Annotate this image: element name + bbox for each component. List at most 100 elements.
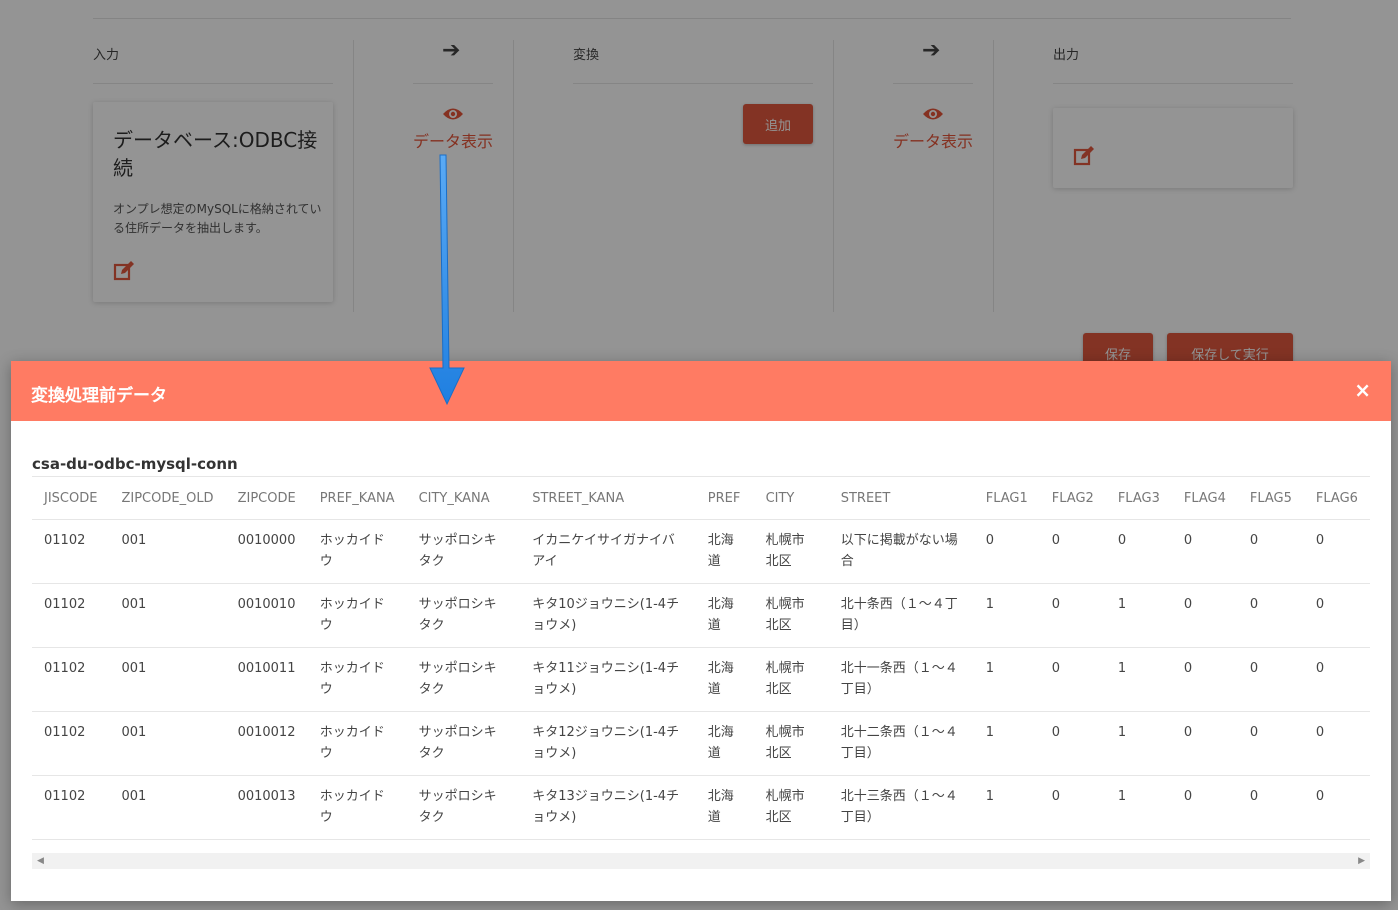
table-cell: サッポロシキタク xyxy=(406,647,521,712)
table-cell: 0 xyxy=(1039,775,1106,840)
table-cell: 北十条西（１～４丁目） xyxy=(828,583,974,648)
table-cell: 001 xyxy=(109,519,226,584)
table-cell: サッポロシキタク xyxy=(406,711,521,776)
table-cell: 0 xyxy=(1171,583,1238,648)
table-cell: 札幌市北区 xyxy=(753,583,829,648)
table-cell: キタ11ジョウニシ(1-4チョウメ) xyxy=(520,647,696,712)
table-cell: 北海道 xyxy=(695,711,754,776)
table-cell: 0 xyxy=(1171,647,1238,712)
table-cell: 001 xyxy=(109,647,226,712)
table-cell: 001 xyxy=(109,583,226,648)
column-header: FLAG2 xyxy=(1039,476,1106,520)
column-header: FLAG6 xyxy=(1303,476,1370,520)
data-preview-modal: 変換処理前データ × csa-du-odbc-mysql-conn JISCOD… xyxy=(11,361,1391,901)
table-cell: 0010012 xyxy=(225,711,308,776)
table-cell: 0 xyxy=(1303,519,1370,584)
table-cell: サッポロシキタク xyxy=(406,583,521,648)
table-cell: 0 xyxy=(973,519,1040,584)
table-cell: 0 xyxy=(1039,647,1106,712)
table-cell: 01102 xyxy=(32,583,110,648)
table-cell: 0 xyxy=(1237,519,1304,584)
column-header: STREET_KANA xyxy=(520,476,696,520)
connection-name: csa-du-odbc-mysql-conn xyxy=(32,455,238,473)
table-cell: 0 xyxy=(1303,711,1370,776)
table-cell: 001 xyxy=(109,775,226,840)
table-cell: 0 xyxy=(1237,775,1304,840)
table-cell: 北十一条西（１～４丁目） xyxy=(828,647,974,712)
table-cell: 1 xyxy=(973,711,1040,776)
column-header: FLAG3 xyxy=(1105,476,1172,520)
data-table: JISCODE ZIPCODE_OLD ZIPCODE PREF_KANA CI… xyxy=(32,476,1370,840)
table-cell: 札幌市北区 xyxy=(753,647,829,712)
table-cell: 北海道 xyxy=(695,775,754,840)
table-cell: 0 xyxy=(1039,583,1106,648)
table-cell: ホッカイドウ xyxy=(307,583,407,648)
table-cell: 0010011 xyxy=(225,647,308,712)
table-cell: 01102 xyxy=(32,519,110,584)
column-header: PREF_KANA xyxy=(307,476,407,520)
table-cell: サッポロシキタク xyxy=(406,775,521,840)
table-cell: 0 xyxy=(1303,775,1370,840)
table-cell: 0010013 xyxy=(225,775,308,840)
table-cell: 0 xyxy=(1303,647,1370,712)
column-header: FLAG4 xyxy=(1171,476,1238,520)
modal-title: 変換処理前データ xyxy=(31,386,167,406)
table-cell: 北十二条西（１～４丁目） xyxy=(828,711,974,776)
table-cell: ホッカイドウ xyxy=(307,519,407,584)
table-cell: 1 xyxy=(1105,775,1172,840)
table-cell: 1 xyxy=(1105,583,1172,648)
table-cell: ホッカイドウ xyxy=(307,775,407,840)
table-cell: キタ12ジョウニシ(1-4チョウメ) xyxy=(520,711,696,776)
table-cell: 北海道 xyxy=(695,583,754,648)
table-cell: 01102 xyxy=(32,775,110,840)
table-cell: 001 xyxy=(109,711,226,776)
table-cell: 0 xyxy=(1105,519,1172,584)
table-cell: 0 xyxy=(1237,583,1304,648)
column-header: ZIPCODE xyxy=(225,476,308,520)
table-cell: 以下に掲載がない場合 xyxy=(828,519,974,584)
table-cell: ホッカイドウ xyxy=(307,647,407,712)
table-cell: 0 xyxy=(1171,711,1238,776)
table-row: 01102 001 0010013 ホッカイドウ サッポロシキタク キタ13ジョ… xyxy=(32,775,1370,840)
table-cell: 0 xyxy=(1237,711,1304,776)
table-cell: イカニケイサイガナイバアイ xyxy=(520,519,696,584)
column-header: STREET xyxy=(828,476,974,520)
horizontal-scrollbar[interactable]: ◀ ▶ xyxy=(32,853,1370,869)
table-cell: 1 xyxy=(973,775,1040,840)
table-row: 01102 001 0010010 ホッカイドウ サッポロシキタク キタ10ジョ… xyxy=(32,583,1370,648)
column-header: CITY xyxy=(753,476,829,520)
table-cell: サッポロシキタク xyxy=(406,519,521,584)
table-cell: 1 xyxy=(1105,647,1172,712)
table-header-row: JISCODE ZIPCODE_OLD ZIPCODE PREF_KANA CI… xyxy=(32,476,1370,520)
scroll-right-icon[interactable]: ▶ xyxy=(1358,856,1365,866)
table-cell: 北海道 xyxy=(695,647,754,712)
table-cell: キタ10ジョウニシ(1-4チョウメ) xyxy=(520,583,696,648)
table-cell: 0 xyxy=(1303,583,1370,648)
scroll-left-icon[interactable]: ◀ xyxy=(37,856,44,866)
column-header: CITY_KANA xyxy=(406,476,521,520)
table-cell: 0 xyxy=(1237,647,1304,712)
column-header: FLAG1 xyxy=(973,476,1040,520)
table-cell: 北海道 xyxy=(695,519,754,584)
table-cell: 札幌市北区 xyxy=(753,775,829,840)
table-cell: 1 xyxy=(973,647,1040,712)
table-cell: 0 xyxy=(1171,519,1238,584)
table-cell: 0 xyxy=(1171,775,1238,840)
table-cell: 1 xyxy=(1105,711,1172,776)
close-icon[interactable]: × xyxy=(1354,378,1371,402)
table-cell: 0010000 xyxy=(225,519,308,584)
table-cell: キタ13ジョウニシ(1-4チョウメ) xyxy=(520,775,696,840)
table-row: 01102 001 0010012 ホッカイドウ サッポロシキタク キタ12ジョ… xyxy=(32,711,1370,776)
column-header: JISCODE xyxy=(32,476,110,520)
column-header: FLAG5 xyxy=(1237,476,1304,520)
table-cell: 北十三条西（１～４丁目） xyxy=(828,775,974,840)
table-cell: 1 xyxy=(973,583,1040,648)
table-row: 01102 001 0010011 ホッカイドウ サッポロシキタク キタ11ジョ… xyxy=(32,647,1370,712)
table-row: 01102 001 0010000 ホッカイドウ サッポロシキタク イカニケイサ… xyxy=(32,519,1370,584)
data-table-container[interactable]: JISCODE ZIPCODE_OLD ZIPCODE PREF_KANA CI… xyxy=(32,476,1370,851)
table-cell: 札幌市北区 xyxy=(753,519,829,584)
column-header: ZIPCODE_OLD xyxy=(109,476,226,520)
table-cell: 01102 xyxy=(32,647,110,712)
modal-header: 変換処理前データ × xyxy=(11,361,1391,421)
table-cell: 0 xyxy=(1039,711,1106,776)
